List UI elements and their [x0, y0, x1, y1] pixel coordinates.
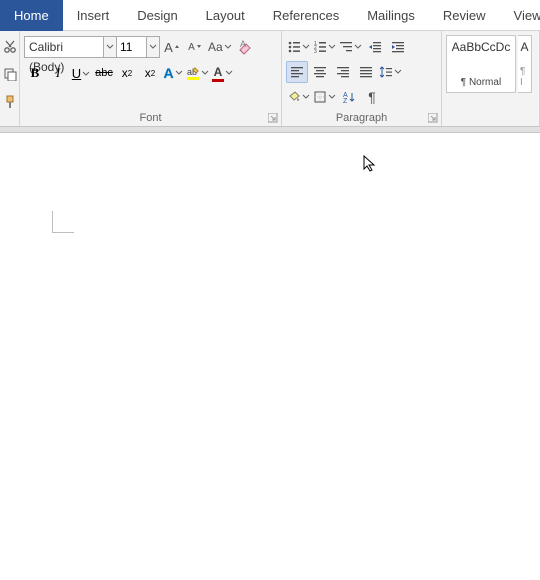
- change-case-button[interactable]: Aa: [207, 36, 233, 58]
- superscript-button[interactable]: x2: [139, 62, 161, 84]
- clipboard-group: [0, 31, 20, 126]
- style-name-normal: ¶ Normal: [461, 77, 501, 88]
- font-dialog-launcher[interactable]: [268, 113, 278, 123]
- paragraph-group: 123: [282, 31, 442, 126]
- borders-button[interactable]: [312, 86, 337, 108]
- svg-text:A: A: [240, 39, 246, 49]
- align-center-button[interactable]: [309, 61, 331, 83]
- tab-layout[interactable]: Layout: [192, 0, 259, 31]
- line-spacing-icon: [379, 65, 393, 79]
- bullets-button[interactable]: [286, 36, 311, 58]
- font-size-combo[interactable]: 11: [117, 36, 147, 58]
- justify-button[interactable]: [355, 61, 377, 83]
- tab-review[interactable]: Review: [429, 0, 500, 31]
- style-preview-next: A: [520, 40, 528, 54]
- align-center-icon: [313, 65, 327, 79]
- align-right-button[interactable]: [332, 61, 354, 83]
- numbering-icon: 123: [313, 40, 327, 54]
- ribbon: Calibri (Body) 11 A A Aa A B I U: [0, 31, 540, 127]
- brush-icon: [3, 95, 17, 109]
- decrease-indent-button[interactable]: [364, 36, 386, 58]
- strikethrough-button[interactable]: abc: [93, 62, 115, 84]
- tab-design[interactable]: Design: [123, 0, 191, 31]
- svg-text:3: 3: [314, 49, 317, 54]
- tab-home[interactable]: Home: [0, 0, 63, 31]
- page-margin-corner: [52, 211, 74, 233]
- font-size-dropdown[interactable]: [147, 36, 160, 58]
- font-group: Calibri (Body) 11 A A Aa A B I U: [20, 31, 282, 126]
- styles-group: AaBbCcDc ¶ Normal A ¶ I: [442, 31, 540, 126]
- cut-icon: [3, 39, 17, 53]
- svg-text:Z: Z: [343, 98, 348, 104]
- align-left-icon: [290, 65, 304, 79]
- grow-font-label: A: [164, 40, 173, 55]
- font-color-swatch: [212, 79, 224, 82]
- shrink-font-button[interactable]: A: [184, 36, 206, 58]
- shrink-font-label: A: [188, 42, 195, 53]
- bucket-icon: [287, 91, 301, 103]
- sort-icon: AZ: [342, 90, 356, 104]
- shading-button[interactable]: [286, 86, 311, 108]
- mouse-cursor-icon: [363, 155, 377, 173]
- borders-icon: [313, 90, 327, 104]
- text-effects-label: A: [163, 65, 173, 81]
- cut-button[interactable]: [0, 35, 21, 57]
- clear-formatting-button[interactable]: A: [234, 36, 256, 58]
- show-hide-marks-button[interactable]: ¶: [361, 86, 383, 108]
- align-right-icon: [336, 65, 350, 79]
- superscript-n: 2: [151, 69, 155, 78]
- justify-icon: [359, 65, 373, 79]
- numbering-button[interactable]: 123: [312, 36, 337, 58]
- font-color-button[interactable]: A: [211, 62, 234, 84]
- underline-button[interactable]: U: [70, 62, 92, 84]
- tab-insert[interactable]: Insert: [63, 0, 124, 31]
- italic-button[interactable]: I: [47, 62, 69, 84]
- paragraph-group-label: Paragraph: [282, 112, 441, 124]
- pilcrow-icon: ¶: [368, 89, 376, 105]
- text-effects-button[interactable]: A: [162, 62, 184, 84]
- outdent-icon: [368, 40, 382, 54]
- highlight-button[interactable]: ab: [185, 62, 210, 84]
- copy-button[interactable]: [0, 63, 21, 85]
- highlight-swatch: [187, 77, 199, 80]
- style-tile-next[interactable]: A ¶ I: [518, 35, 532, 93]
- font-family-combo[interactable]: Calibri (Body): [24, 36, 104, 58]
- indent-icon: [391, 40, 405, 54]
- subscript-button[interactable]: x2: [116, 62, 138, 84]
- document-canvas[interactable]: [0, 133, 540, 580]
- copy-icon: [3, 67, 17, 81]
- style-tile-normal[interactable]: AaBbCcDc ¶ Normal: [446, 35, 516, 93]
- align-left-button[interactable]: [286, 61, 308, 83]
- tab-view[interactable]: View: [500, 0, 540, 31]
- eraser-icon: A: [237, 39, 253, 55]
- paragraph-dialog-launcher[interactable]: [428, 113, 438, 123]
- style-name-next: ¶ I: [520, 66, 529, 88]
- style-preview-normal: AaBbCcDc: [452, 40, 511, 54]
- grow-font-button[interactable]: A: [161, 36, 183, 58]
- tab-mailings[interactable]: Mailings: [353, 0, 429, 31]
- increase-indent-button[interactable]: [387, 36, 409, 58]
- underline-label: U: [72, 66, 81, 81]
- subscript-n: 2: [128, 69, 132, 78]
- sort-button[interactable]: AZ: [338, 86, 360, 108]
- tab-references[interactable]: References: [259, 0, 353, 31]
- ribbon-tabstrip: Home Insert Design Layout References Mai…: [0, 0, 540, 31]
- bullets-icon: [287, 40, 301, 54]
- multilevel-list-button[interactable]: [338, 36, 363, 58]
- change-case-label: Aa: [208, 40, 223, 54]
- multilevel-icon: [339, 40, 353, 54]
- font-color-label: A: [214, 65, 223, 79]
- highlight-icon: ab: [186, 67, 200, 77]
- font-group-label: Font: [20, 112, 281, 124]
- font-family-dropdown[interactable]: [104, 36, 117, 58]
- line-spacing-button[interactable]: [378, 61, 403, 83]
- bold-button[interactable]: B: [24, 62, 46, 84]
- format-painter-button[interactable]: [0, 91, 21, 113]
